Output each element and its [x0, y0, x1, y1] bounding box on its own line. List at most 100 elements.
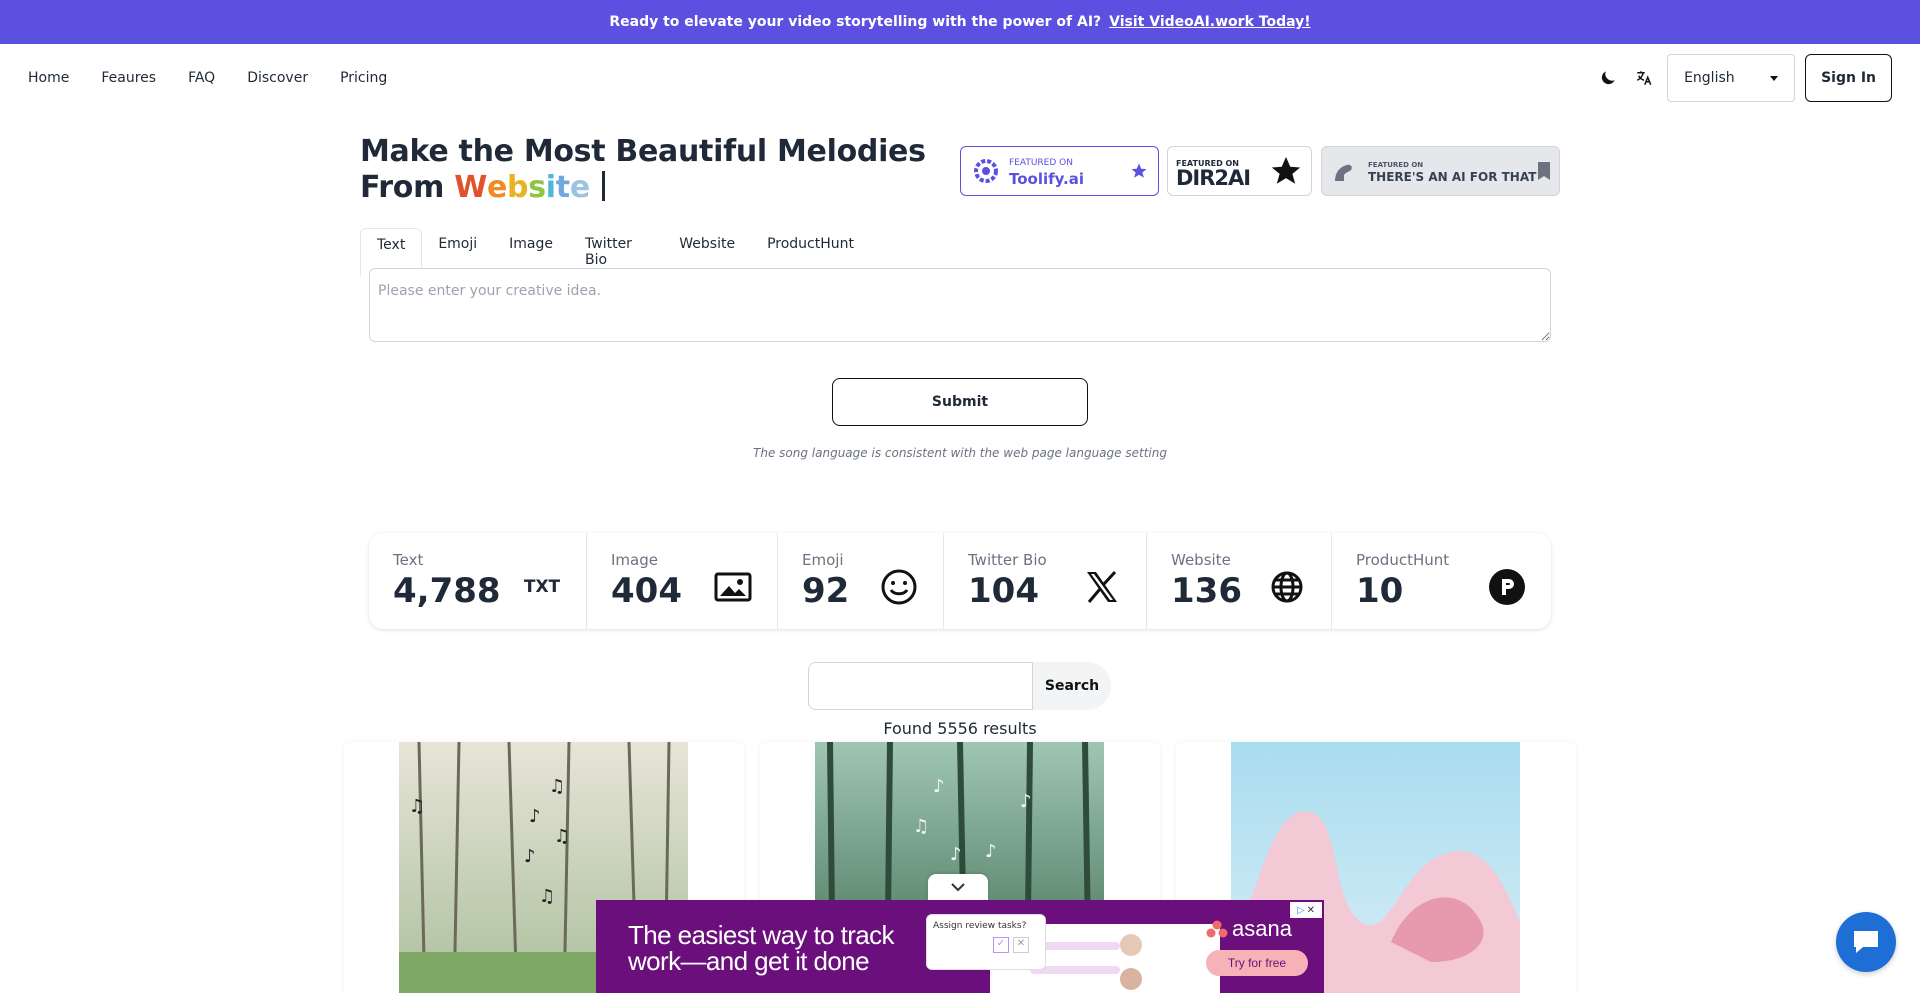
toolify-big: Toolify.ai [1009, 170, 1085, 188]
stat-label: Website [1171, 551, 1231, 569]
ad-collapse-button[interactable] [928, 874, 988, 900]
nav-pricing[interactable]: Pricing [340, 70, 387, 86]
nav-links: Home Feaures FAQ Discover Pricing [28, 70, 387, 86]
txt-glyph: TXT [523, 577, 561, 597]
taaft-big: THERE'S AN AI FOR THAT [1368, 170, 1537, 184]
language-select[interactable]: English [1667, 54, 1796, 102]
dark-mode-toggle[interactable] [1595, 65, 1621, 91]
svg-text:♫: ♫ [409, 796, 425, 817]
toolify-logo-icon [974, 159, 998, 183]
stat-value: 10 [1356, 571, 1404, 611]
image-icon [713, 567, 753, 607]
ad-brand-name: asana [1232, 916, 1292, 941]
ad-cta-button[interactable]: Try for free [1206, 950, 1308, 976]
stat-producthunt: ProductHunt 10 [1332, 533, 1551, 629]
check-icon: ✓ [993, 937, 1009, 953]
nav-features[interactable]: Feaures [101, 70, 156, 86]
idea-textarea[interactable] [369, 268, 1551, 342]
nav-discover[interactable]: Discover [247, 70, 308, 86]
dir2ai-badge[interactable]: FEATURED ON DIR2AI [1167, 146, 1312, 196]
nav-right: English Sign In [1595, 54, 1892, 102]
stat-label: Text [393, 551, 424, 569]
translate-button[interactable] [1631, 65, 1657, 91]
chat-icon [1854, 931, 1878, 953]
ad-brand: asana [1206, 916, 1292, 942]
close-icon: ✕ [1013, 937, 1029, 953]
title-prefix: From [360, 170, 445, 205]
nav-faq[interactable]: FAQ [188, 70, 215, 86]
stat-image: Image 404 [587, 533, 778, 629]
rotating-letter: s [528, 170, 546, 205]
rotating-letter: W [454, 170, 487, 205]
star-icon [1271, 156, 1301, 184]
svg-text:♫: ♫ [539, 886, 555, 907]
taaft-badge[interactable]: FEATURED ON THERE'S AN AI FOR THAT [1321, 146, 1560, 196]
arm-icon [1335, 164, 1352, 181]
stat-website: Website 136 [1147, 533, 1332, 629]
stat-label: Twitter Bio [968, 551, 1047, 569]
svg-text:♫: ♫ [549, 776, 565, 797]
stat-value: 4,788 [393, 571, 501, 611]
language-value: English [1684, 70, 1735, 86]
caret-down-icon [1770, 75, 1779, 81]
svg-text:♫: ♫ [913, 816, 929, 837]
stat-emoji: Emoji 92 [778, 533, 944, 629]
stat-value: 136 [1171, 571, 1242, 611]
ad-close-icon[interactable]: ✕ [1307, 905, 1315, 916]
nav-home[interactable]: Home [28, 70, 69, 86]
stat-value: 104 [968, 571, 1039, 611]
svg-text:♪: ♪ [524, 846, 536, 867]
stat-label: Emoji [802, 551, 844, 569]
sign-in-button[interactable]: Sign In [1805, 54, 1892, 102]
search-bar: Search [808, 662, 1111, 710]
rotating-word: Website [454, 170, 600, 205]
rotating-letter: b [507, 170, 529, 205]
ad-headline-1: The easiest way to track [628, 920, 895, 950]
globe-icon [1267, 567, 1307, 607]
producthunt-icon [1487, 567, 1527, 607]
svg-text:♪: ♪ [1020, 791, 1032, 812]
rotating-letter: t [555, 170, 570, 205]
svg-text:♪: ♪ [985, 841, 997, 862]
ad-popup: Assign review tasks? ✓ ✕ [926, 914, 1046, 970]
promo-banner-link[interactable]: Visit VideoAI.work Today! [1109, 14, 1310, 30]
chat-button[interactable] [1836, 912, 1896, 972]
chevron-down-icon [951, 883, 965, 892]
ad-headline-2: work—and get it done [628, 946, 870, 976]
asana-logo-icon [1206, 920, 1228, 938]
stat-twitter-bio: Twitter Bio 104 [944, 533, 1147, 629]
title-line-2: From Website [360, 170, 926, 206]
top-nav: Home Feaures FAQ Discover Pricing Englis… [0, 44, 1920, 112]
rotating-letter: i [545, 170, 556, 205]
ad-headline: The easiest way to track work—and get it… [628, 920, 895, 976]
star-icon [1131, 163, 1147, 178]
submit-button[interactable]: Submit [832, 378, 1088, 426]
svg-text:♪: ♪ [950, 844, 962, 865]
title-line-1: Make the Most Beautiful Melodies [360, 134, 926, 169]
rotating-letter: e [569, 170, 590, 205]
toolify-small: FEATURED ON [1009, 158, 1073, 168]
stat-label: Image [611, 551, 658, 569]
translate-icon [1636, 71, 1652, 86]
promo-banner-text: Ready to elevate your video storytelling… [609, 14, 1102, 30]
smiley-icon [879, 567, 919, 607]
stat-label: ProductHunt [1356, 551, 1450, 569]
dir2ai-big: DIR2AI [1176, 166, 1251, 190]
results-count: Found 5556 results [883, 719, 1037, 738]
ad-controls[interactable]: ▷ ✕ [1290, 902, 1322, 918]
rotating-letter: e [487, 170, 508, 205]
moon-icon [1601, 71, 1615, 85]
stats-panel: Text 4,788 TXT Image 404 Emoji 92 Twitter B… [369, 533, 1551, 629]
ad-banner[interactable]: The easiest way to track work—and get it… [596, 900, 1324, 993]
svg-text:♪: ♪ [529, 806, 541, 827]
x-logo-icon [1082, 567, 1122, 607]
search-input[interactable] [808, 662, 1033, 710]
page-title: Make the Most Beautiful Melodies From We… [360, 134, 926, 206]
language-hint: The song language is consistent with the… [753, 446, 1167, 460]
ad-info-icon[interactable]: ▷ [1297, 905, 1305, 916]
search-button[interactable]: Search [1033, 662, 1111, 710]
typing-cursor [602, 171, 606, 201]
stat-text: Text 4,788 TXT [369, 533, 587, 629]
bookmark-icon [1538, 162, 1550, 180]
toolify-badge[interactable]: FEATURED ON Toolify.ai [960, 146, 1159, 196]
